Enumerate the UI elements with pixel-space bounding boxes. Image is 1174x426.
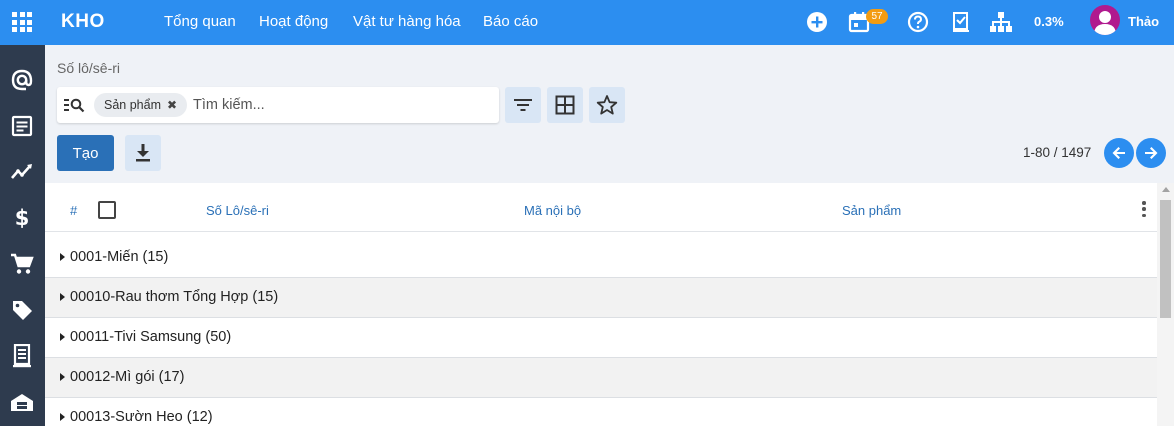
document-icon[interactable] bbox=[10, 114, 34, 138]
pager-previous[interactable] bbox=[1104, 138, 1134, 168]
org-chart-icon[interactable] bbox=[988, 9, 1014, 35]
create-button[interactable]: Tạo bbox=[57, 135, 114, 171]
group-row[interactable]: 00012-Mì gói (17) bbox=[45, 358, 1157, 398]
scroll-up-icon[interactable] bbox=[1162, 187, 1170, 192]
grid-icon bbox=[555, 95, 575, 115]
star-icon bbox=[596, 95, 618, 115]
group-by-button[interactable] bbox=[547, 87, 583, 123]
at-sign-icon[interactable] bbox=[10, 68, 34, 92]
caret-right-icon bbox=[60, 413, 65, 421]
search-list-icon[interactable] bbox=[64, 96, 86, 114]
export-button[interactable] bbox=[125, 135, 161, 171]
inventory-icon[interactable] bbox=[10, 390, 34, 414]
avatar[interactable] bbox=[1090, 5, 1120, 35]
close-icon[interactable]: ✖ bbox=[167, 93, 177, 117]
list-view: # Số Lô/sê-ri Mã nội bộ Sản phẩm 0001-Mi… bbox=[45, 183, 1174, 426]
group-row[interactable]: 00010-Rau thơm Tổng Hợp (15) bbox=[45, 278, 1157, 318]
vertical-scrollbar[interactable] bbox=[1157, 183, 1174, 426]
group-row[interactable]: 0001-Miến (15) bbox=[45, 238, 1157, 278]
group-label: 00013-Sườn Heo (12) bbox=[70, 409, 213, 425]
column-header-index: # bbox=[70, 203, 78, 218]
sidebar: $ bbox=[0, 45, 45, 426]
filter-icon bbox=[514, 99, 532, 111]
menu-reports[interactable]: Báo cáo bbox=[483, 13, 538, 30]
search-facet: Sản phẩm ✖ bbox=[94, 93, 188, 117]
select-all-checkbox[interactable] bbox=[98, 201, 116, 219]
caret-right-icon bbox=[60, 373, 65, 381]
group-label: 0001-Miến (15) bbox=[70, 249, 169, 265]
pager-next[interactable] bbox=[1136, 138, 1166, 168]
group-label: 00010-Rau thơm Tổng Hợp (15) bbox=[70, 289, 279, 305]
column-header-product[interactable]: Sản phẩm bbox=[842, 203, 901, 218]
apps-icon[interactable] bbox=[12, 12, 32, 32]
column-header-lot[interactable]: Số Lô/sê-ri bbox=[206, 203, 269, 218]
help-icon[interactable] bbox=[905, 9, 931, 35]
app-brand[interactable]: KHO bbox=[61, 11, 105, 33]
trend-chart-icon[interactable] bbox=[10, 160, 34, 184]
tag-icon[interactable] bbox=[10, 298, 34, 322]
arrow-right-icon bbox=[1145, 147, 1158, 159]
cart-icon[interactable] bbox=[10, 252, 34, 276]
search-box: Sản phẩm ✖ bbox=[57, 87, 499, 123]
table-header: # Số Lô/sê-ri Mã nội bộ Sản phẩm bbox=[45, 183, 1157, 232]
svg-text:$: $ bbox=[15, 206, 30, 230]
group-label: 00012-Mì gói (17) bbox=[70, 369, 185, 385]
caret-right-icon bbox=[60, 293, 65, 301]
facet-label: Sản phẩm bbox=[104, 98, 161, 112]
column-options-icon[interactable] bbox=[1141, 201, 1147, 217]
progress-percent: 0.3% bbox=[1034, 14, 1064, 29]
menu-operations[interactable]: Hoạt động bbox=[259, 13, 328, 30]
breadcrumb: Số lô/sê-ri bbox=[57, 60, 121, 76]
group-row[interactable]: 00013-Sườn Heo (12) bbox=[45, 398, 1157, 426]
download-icon bbox=[136, 144, 150, 162]
user-name[interactable]: Thảo bbox=[1128, 14, 1159, 29]
caret-right-icon bbox=[60, 253, 65, 261]
plus-circle-icon[interactable] bbox=[804, 9, 830, 35]
receipt-icon[interactable] bbox=[10, 344, 34, 368]
activity-count-badge: 57 bbox=[866, 9, 888, 24]
column-header-ref[interactable]: Mã nội bộ bbox=[524, 203, 581, 218]
dollar-icon[interactable]: $ bbox=[10, 206, 34, 230]
search-input[interactable] bbox=[193, 93, 488, 117]
checklist-icon[interactable] bbox=[948, 9, 974, 35]
group-row[interactable]: 00011-Tivi Samsung (50) bbox=[45, 318, 1157, 358]
filter-button[interactable] bbox=[505, 87, 541, 123]
scrollbar-thumb[interactable] bbox=[1160, 200, 1171, 318]
favorites-button[interactable] bbox=[589, 87, 625, 123]
top-navbar: KHO Tổng quan Hoạt động Vật tư hàng hóa … bbox=[0, 0, 1174, 45]
group-label: 00011-Tivi Samsung (50) bbox=[70, 329, 232, 345]
pager-value[interactable]: 1-80 / 1497 bbox=[1023, 145, 1091, 160]
caret-right-icon bbox=[60, 333, 65, 341]
menu-products[interactable]: Vật tư hàng hóa bbox=[353, 13, 461, 30]
arrow-left-icon bbox=[1112, 147, 1125, 159]
menu-overview[interactable]: Tổng quan bbox=[164, 13, 236, 30]
